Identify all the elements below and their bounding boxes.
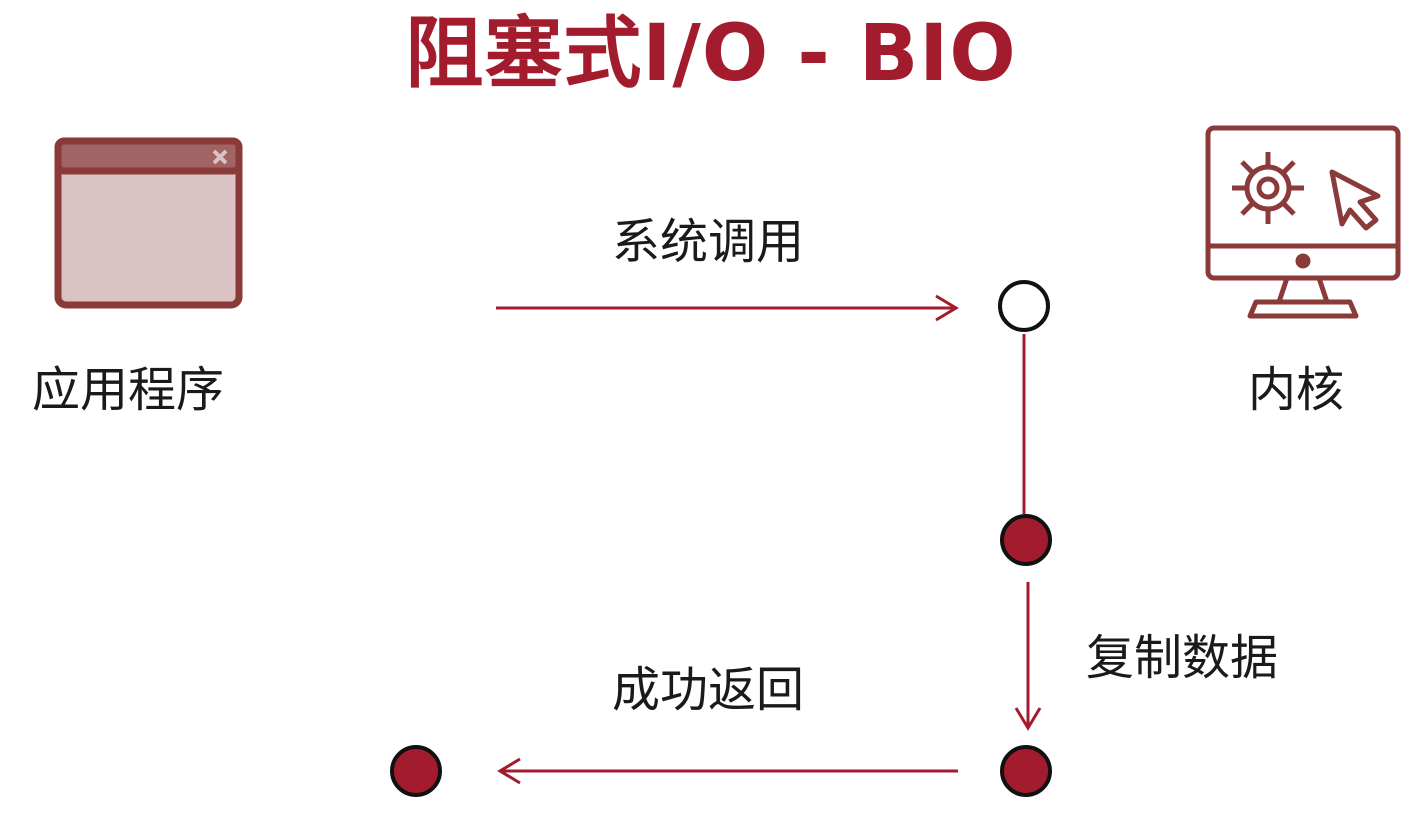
application-label: 应用程序: [32, 362, 225, 418]
success-return-label: 成功返回: [612, 662, 805, 718]
app-receive-dot: [390, 745, 442, 797]
copy-data-label: 复制数据: [1086, 630, 1279, 686]
copy-data-arrow: [1014, 582, 1042, 731]
data-ready-dot: [1000, 514, 1052, 566]
system-call-arrow: [496, 294, 959, 322]
system-call-label: 系统调用: [612, 214, 805, 270]
syscall-start-dot: [998, 280, 1050, 332]
success-return-arrow: [497, 757, 958, 785]
copy-complete-dot: [1000, 745, 1052, 797]
kernel-label: 内核: [1248, 362, 1345, 418]
monitor-gear-cursor-icon: [1205, 125, 1401, 319]
app-window-icon: [54, 137, 243, 309]
